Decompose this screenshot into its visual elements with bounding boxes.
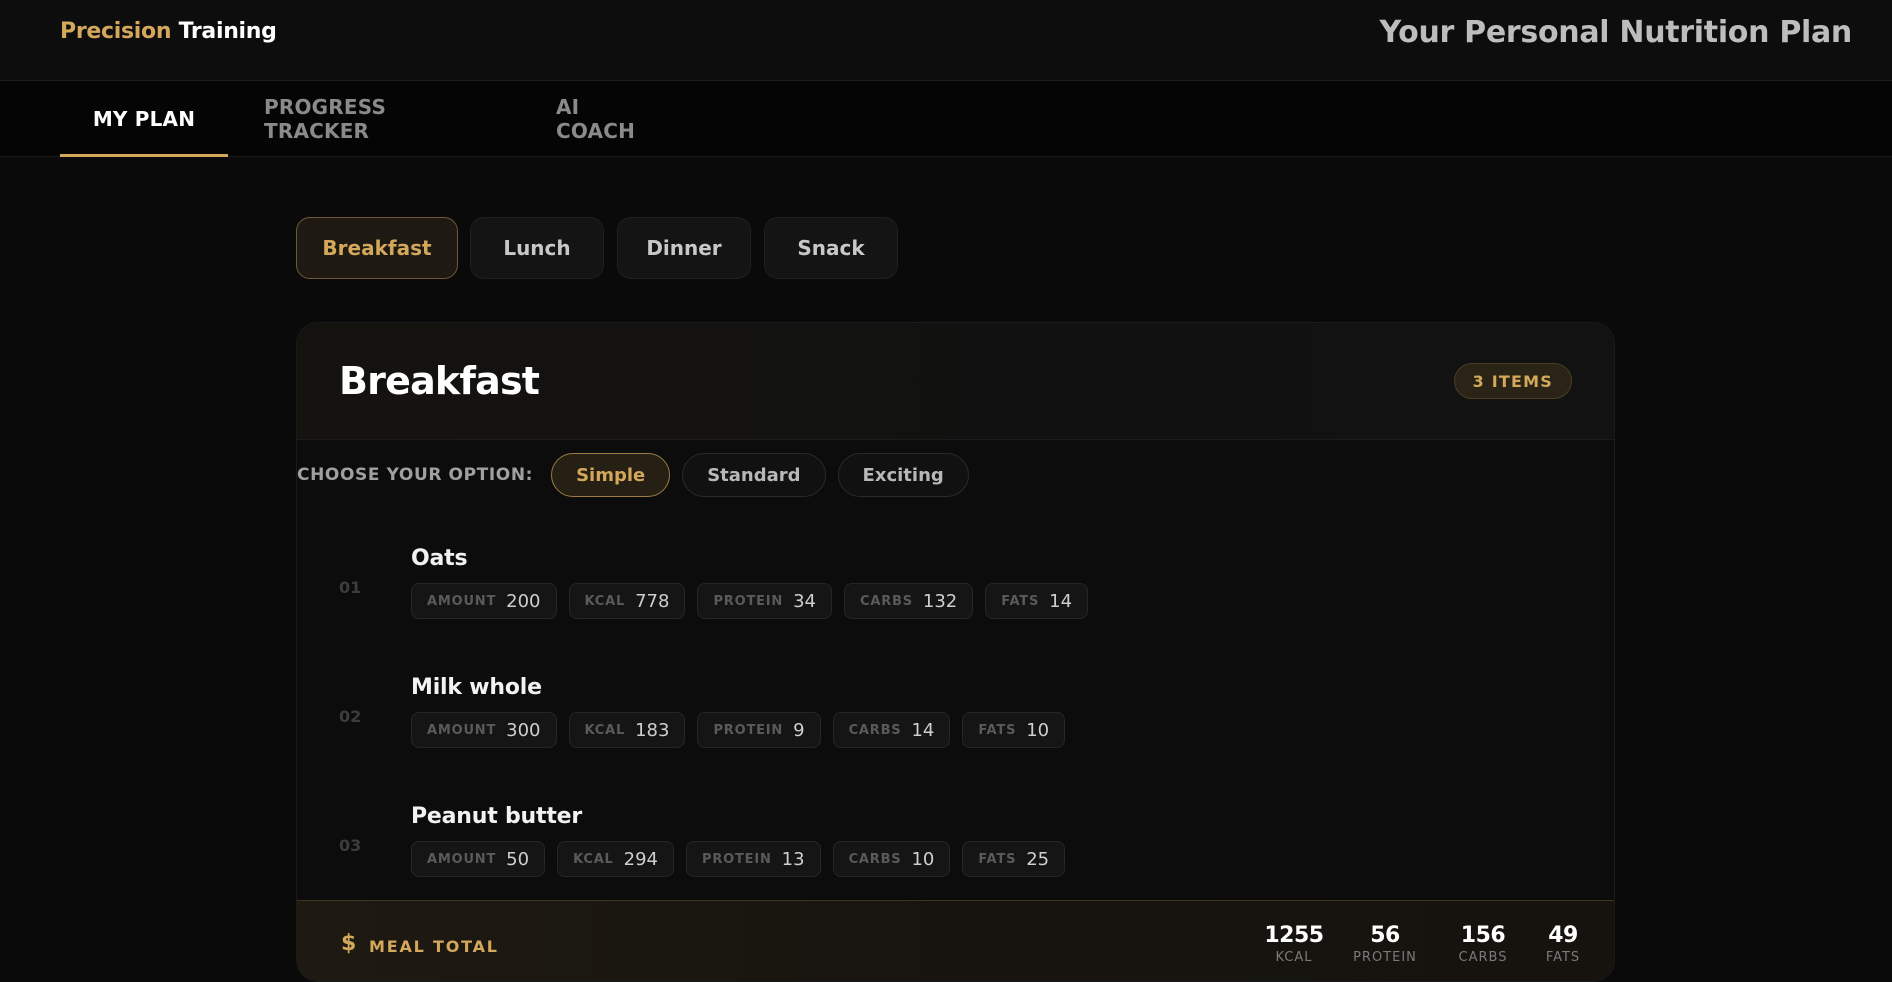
option-simple-button[interactable]: Simple [551, 453, 671, 497]
meal-tab-breakfast[interactable]: Breakfast [296, 217, 458, 279]
stat-key: FATS [978, 722, 1017, 738]
total-protein: 56 PROTEIN [1340, 923, 1430, 965]
total-kcal: 1255 KCAL [1257, 923, 1331, 965]
meal-tab-dinner[interactable]: Dinner [617, 217, 751, 279]
food-index: 02 [339, 707, 362, 726]
stat-kcal: KCAL 183 [568, 712, 686, 748]
stat-value: 14 [1049, 590, 1073, 612]
stat-key: AMOUNT [427, 851, 497, 867]
stat-key: CARBS [848, 851, 902, 867]
brand-logo[interactable]: Precision Training [60, 19, 277, 44]
stat-value: 778 [635, 590, 670, 612]
stat-key: PROTEIN [713, 593, 784, 609]
stat-fats: FATS 25 [962, 841, 1066, 877]
stat-protein: PROTEIN 9 [697, 712, 821, 748]
stat-value: 50 [506, 848, 530, 870]
top-header: Precision Training Your Personal Nutriti… [0, 0, 1892, 81]
food-name: Milk whole [411, 675, 542, 700]
stat-key: CARBS [848, 722, 902, 738]
stat-value: 9 [793, 719, 805, 741]
tab-ai-coach[interactable]: AI COACH [556, 81, 662, 157]
stat-carbs: CARBS 132 [844, 583, 974, 619]
stat-key: AMOUNT [427, 593, 497, 609]
meal-total-label: MEAL TOTAL [369, 937, 499, 956]
total-carbs: 156 CARBS [1443, 923, 1523, 965]
option-exciting-button[interactable]: Exciting [837, 453, 969, 497]
stat-value: 132 [922, 590, 958, 612]
food-index: 03 [339, 836, 362, 855]
stat-value: 294 [623, 848, 658, 870]
food-item: 02 Milk whole AMOUNT 300 KCAL 183 PROTEIN 9… [297, 655, 1614, 765]
stat-key: PROTEIN [702, 851, 772, 867]
brand-rest-text: Training [178, 19, 277, 44]
stat-key: KCAL [584, 722, 626, 738]
food-item: 01 Oats AMOUNT 200 KCAL 778 PROTEIN 34 CARB… [297, 526, 1614, 636]
total-value: 156 [1460, 923, 1506, 948]
stat-value: 10 [911, 848, 935, 870]
tab-my-plan[interactable]: MY PLAN [60, 81, 228, 157]
meal-card: Breakfast 3 ITEMS CHOOSE YOUR OPTION: Si… [296, 322, 1615, 982]
page-title: Your Personal Nutrition Plan [1379, 15, 1853, 50]
stat-amount: AMOUNT 50 [411, 841, 546, 877]
stat-value: 10 [1026, 719, 1050, 741]
stat-key: PROTEIN [713, 722, 784, 738]
option-selector: CHOOSE YOUR OPTION: Simple Standard Exci… [297, 440, 1614, 510]
stat-key: FATS [1001, 593, 1040, 609]
meal-card-header: Breakfast 3 ITEMS [297, 323, 1614, 440]
stat-amount: AMOUNT 200 [411, 583, 557, 619]
stat-key: KCAL [584, 593, 626, 609]
option-label: CHOOSE YOUR OPTION: [297, 465, 534, 485]
meal-total-bar: $ MEAL TOTAL 1255 KCAL 56 PROTEIN 156 CA… [297, 900, 1614, 981]
stat-kcal: KCAL 294 [557, 841, 674, 877]
stat-key: FATS [978, 851, 1017, 867]
meal-tab-lunch[interactable]: Lunch [470, 217, 604, 279]
stat-value: 34 [793, 590, 817, 612]
total-value: 56 [1370, 923, 1400, 948]
brand-accent-text: Precision [60, 19, 172, 44]
tab-progress-tracker[interactable]: PROGRESS TRACKER [264, 81, 486, 157]
food-stats: AMOUNT 50 KCAL 294 PROTEIN 13 CARBS 10 FATS 2… [411, 841, 1077, 877]
total-value: 49 [1548, 923, 1578, 948]
food-index: 01 [339, 578, 362, 597]
total-value: 1255 [1264, 923, 1324, 948]
stat-value: 300 [506, 719, 541, 741]
stat-protein: PROTEIN 34 [697, 583, 833, 619]
items-count-badge: 3 ITEMS [1453, 363, 1572, 399]
total-unit: PROTEIN [1353, 950, 1417, 965]
total-unit: KCAL [1275, 950, 1313, 965]
total-unit: FATS [1545, 950, 1581, 965]
stat-value: 14 [911, 719, 935, 741]
food-stats: AMOUNT 200 KCAL 778 PROTEIN 34 CARBS 132 FAT… [411, 583, 1100, 619]
stat-kcal: KCAL 778 [568, 583, 686, 619]
stat-value: 13 [781, 848, 805, 870]
food-name: Oats [411, 546, 468, 571]
stat-carbs: CARBS 14 [832, 712, 951, 748]
dollar-icon: $ [341, 931, 357, 956]
meal-title: Breakfast [339, 359, 540, 403]
food-stats: AMOUNT 300 KCAL 183 PROTEIN 9 CARBS 14 FATS 1… [411, 712, 1077, 748]
stat-protein: PROTEIN 13 [686, 841, 821, 877]
stat-key: KCAL [573, 851, 614, 867]
stat-value: 183 [635, 719, 670, 741]
stat-value: 25 [1026, 848, 1050, 870]
stat-fats: FATS 14 [985, 583, 1089, 619]
option-standard-button[interactable]: Standard [682, 453, 826, 497]
stat-key: CARBS [860, 593, 913, 609]
stat-carbs: CARBS 10 [832, 841, 951, 877]
meal-tab-snack[interactable]: Snack [764, 217, 898, 279]
stat-key: AMOUNT [427, 722, 497, 738]
food-name: Peanut butter [411, 804, 583, 829]
stat-fats: FATS 10 [962, 712, 1066, 748]
total-unit: CARBS [1458, 950, 1508, 965]
total-fats: 49 FATS [1533, 923, 1593, 965]
food-item: 03 Peanut butter AMOUNT 50 KCAL 294 PROTEI… [297, 784, 1614, 894]
main-nav: MY PLAN PROGRESS TRACKER AI COACH [0, 81, 1892, 157]
stat-value: 200 [506, 590, 541, 612]
stat-amount: AMOUNT 300 [411, 712, 557, 748]
